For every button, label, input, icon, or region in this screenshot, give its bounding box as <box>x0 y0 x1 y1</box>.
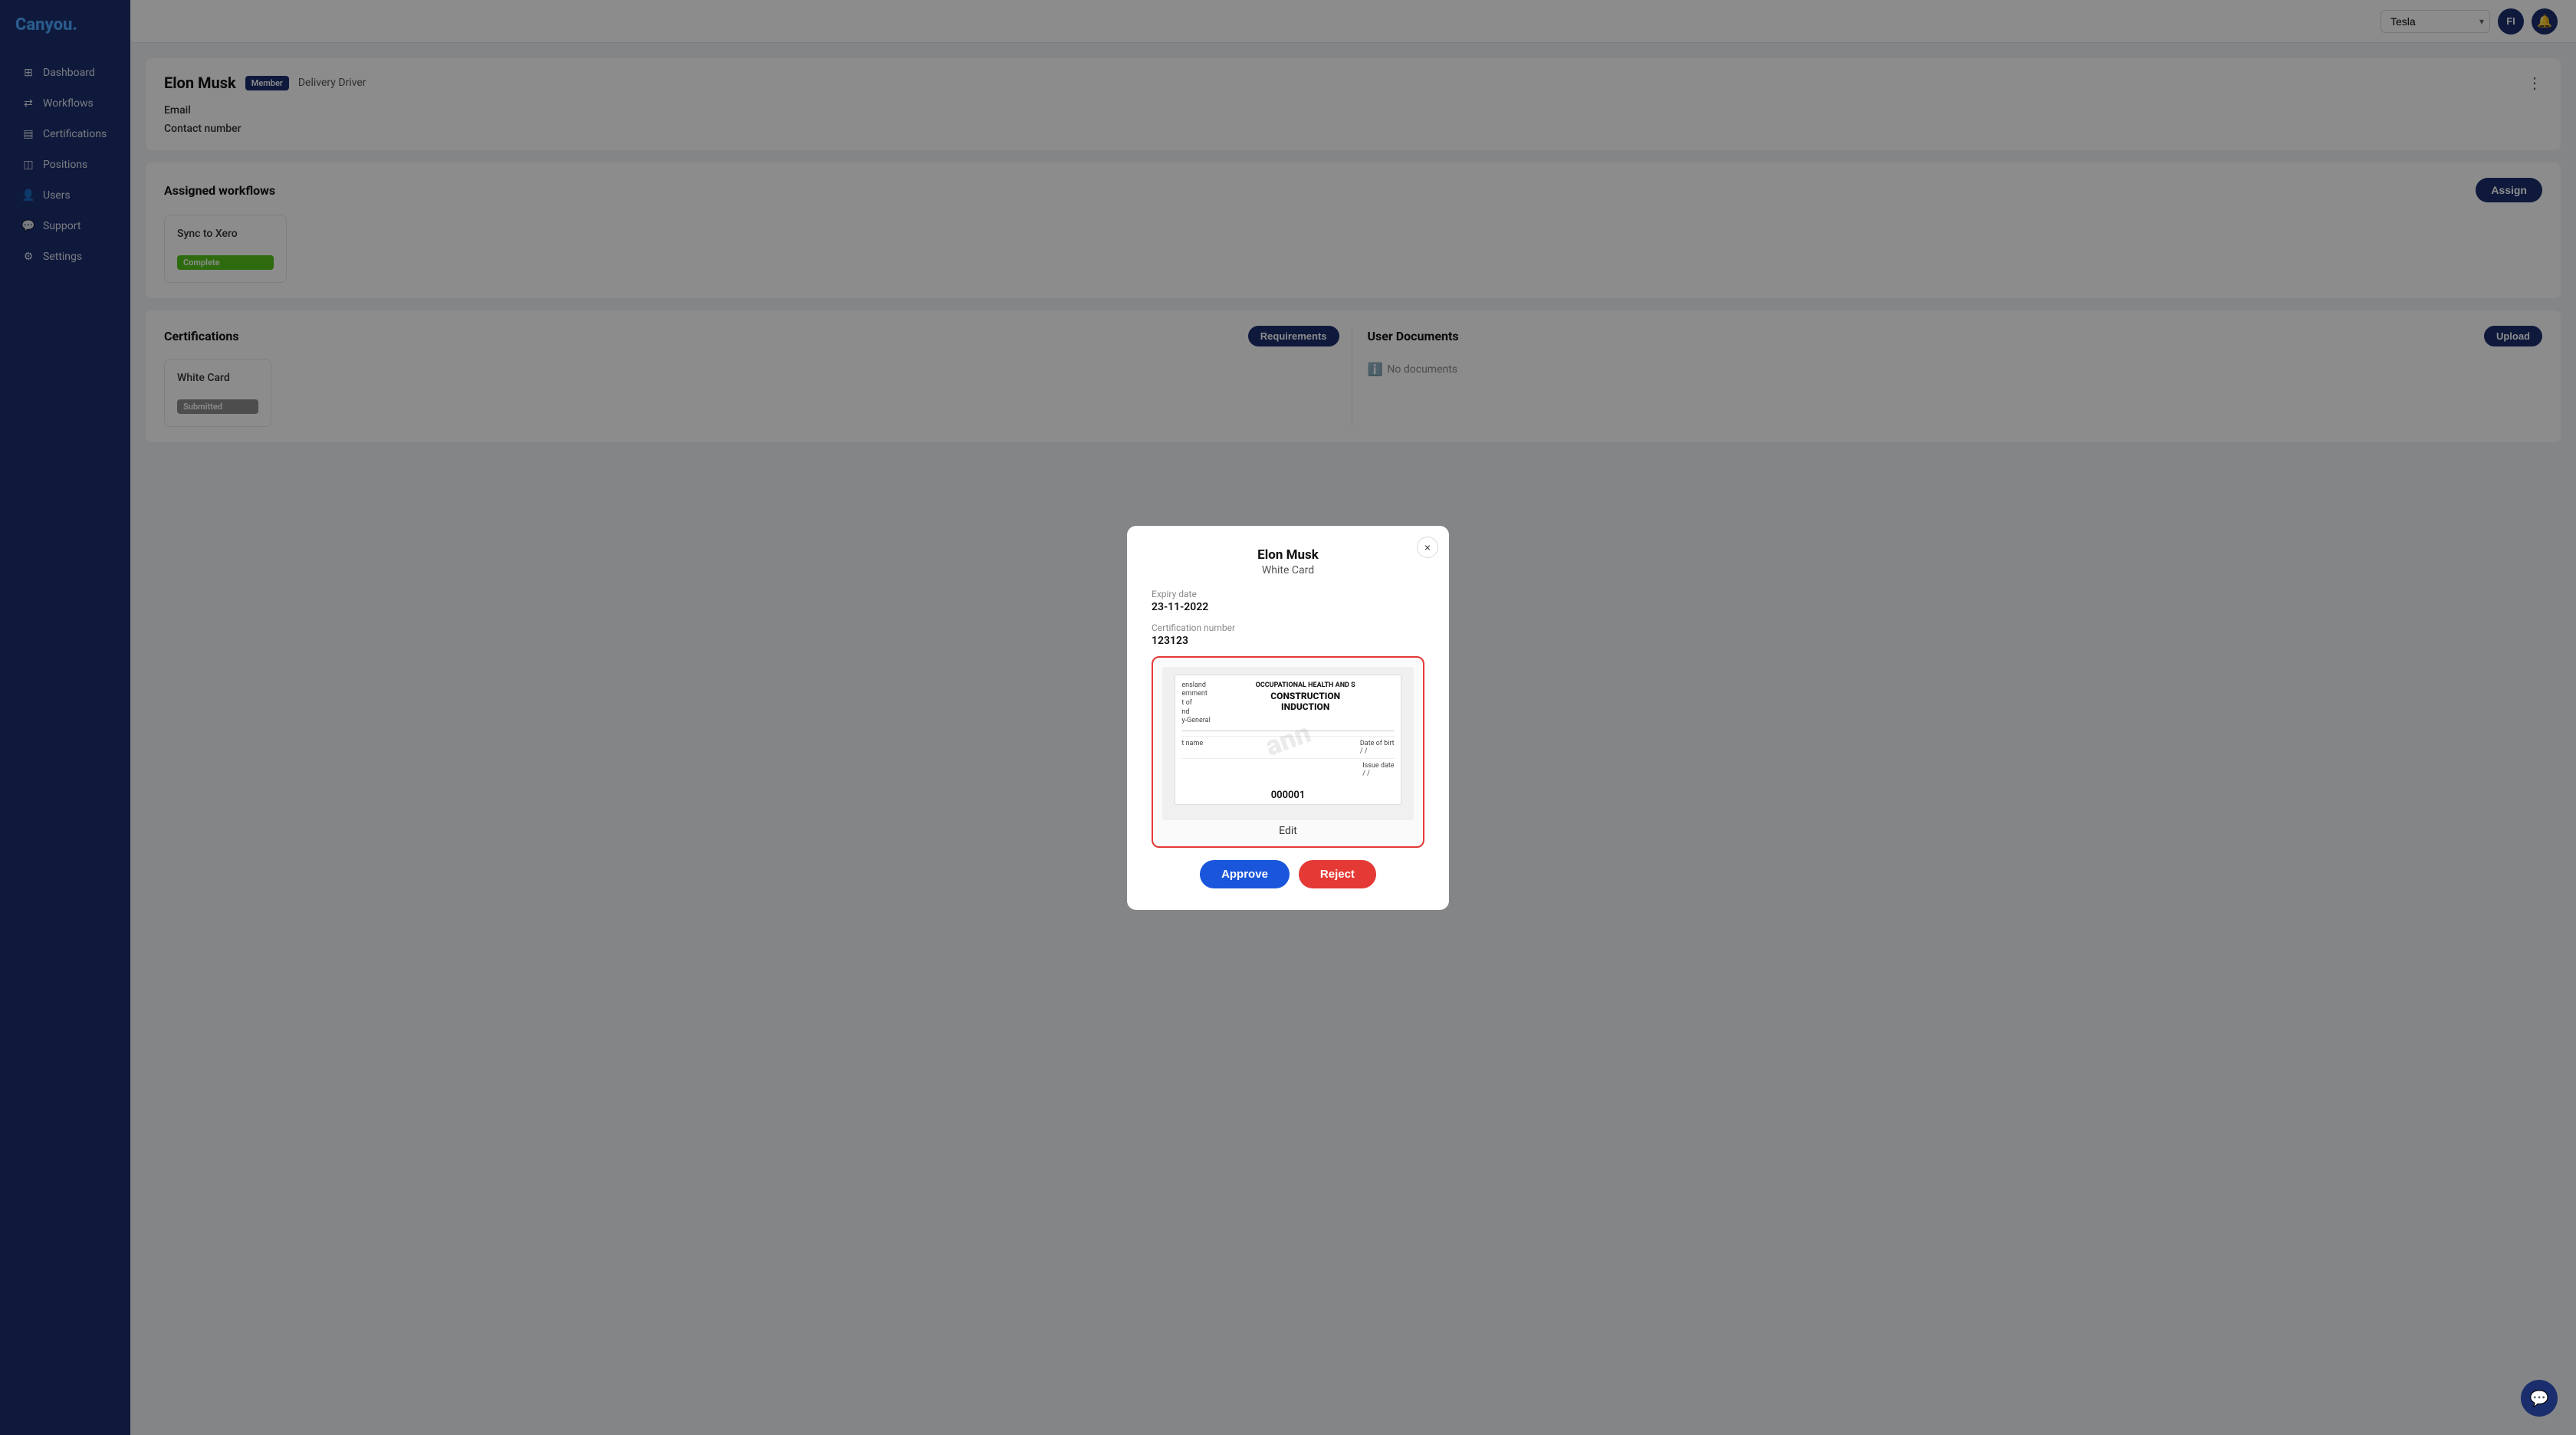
cert-img-id: 000001 <box>1203 790 1373 805</box>
cert-number-field: Certification number 123123 <box>1152 622 1424 647</box>
modal-overlay[interactable]: × Elon Musk White Card Expiry date 23-11… <box>0 0 2576 1435</box>
cert-image-header: enslandernmentt ofndy-General OCCUPATION… <box>1181 681 1394 731</box>
modal-actions: Approve Reject <box>1152 860 1424 888</box>
expiry-label: Expiry date <box>1152 589 1424 599</box>
cert-img-org: enslandernmentt ofndy-General <box>1181 681 1210 726</box>
cert-image-box: ann enslandernmentt ofndy-General OCCUPA… <box>1152 656 1424 848</box>
cert-img-issue-row: Issue date/ / <box>1181 758 1394 777</box>
cert-img-dob-label: Date of birt/ / <box>1360 740 1395 755</box>
modal-header: Elon Musk White Card <box>1152 547 1424 576</box>
cert-img-issue-label: Issue date/ / <box>1362 762 1394 777</box>
cert-img-title: OCCUPATIONAL HEALTH AND S CONSTRUCTIONIN… <box>1217 681 1395 726</box>
modal-title: Elon Musk <box>1152 547 1424 563</box>
reject-button[interactable]: Reject <box>1299 860 1376 888</box>
approve-button[interactable]: Approve <box>1200 860 1290 888</box>
expiry-field: Expiry date 23-11-2022 <box>1152 589 1424 613</box>
expiry-value: 23-11-2022 <box>1152 601 1424 613</box>
cert-img-details-row: t name Date of birt/ / <box>1181 736 1394 755</box>
modal-close-button[interactable]: × <box>1417 537 1438 558</box>
chat-bubble-button[interactable]: 💬 <box>2521 1380 2558 1417</box>
cert-number-value: 123123 <box>1152 635 1424 647</box>
modal-subtitle: White Card <box>1152 564 1424 576</box>
modal: × Elon Musk White Card Expiry date 23-11… <box>1127 526 1449 910</box>
cert-number-label: Certification number <box>1152 622 1424 633</box>
edit-link[interactable]: Edit <box>1162 825 1414 837</box>
cert-img-name-label: t name <box>1181 740 1203 755</box>
cert-image-content: ann enslandernmentt ofndy-General OCCUPA… <box>1162 667 1414 820</box>
cert-image-card: ann enslandernmentt ofndy-General OCCUPA… <box>1175 675 1401 805</box>
